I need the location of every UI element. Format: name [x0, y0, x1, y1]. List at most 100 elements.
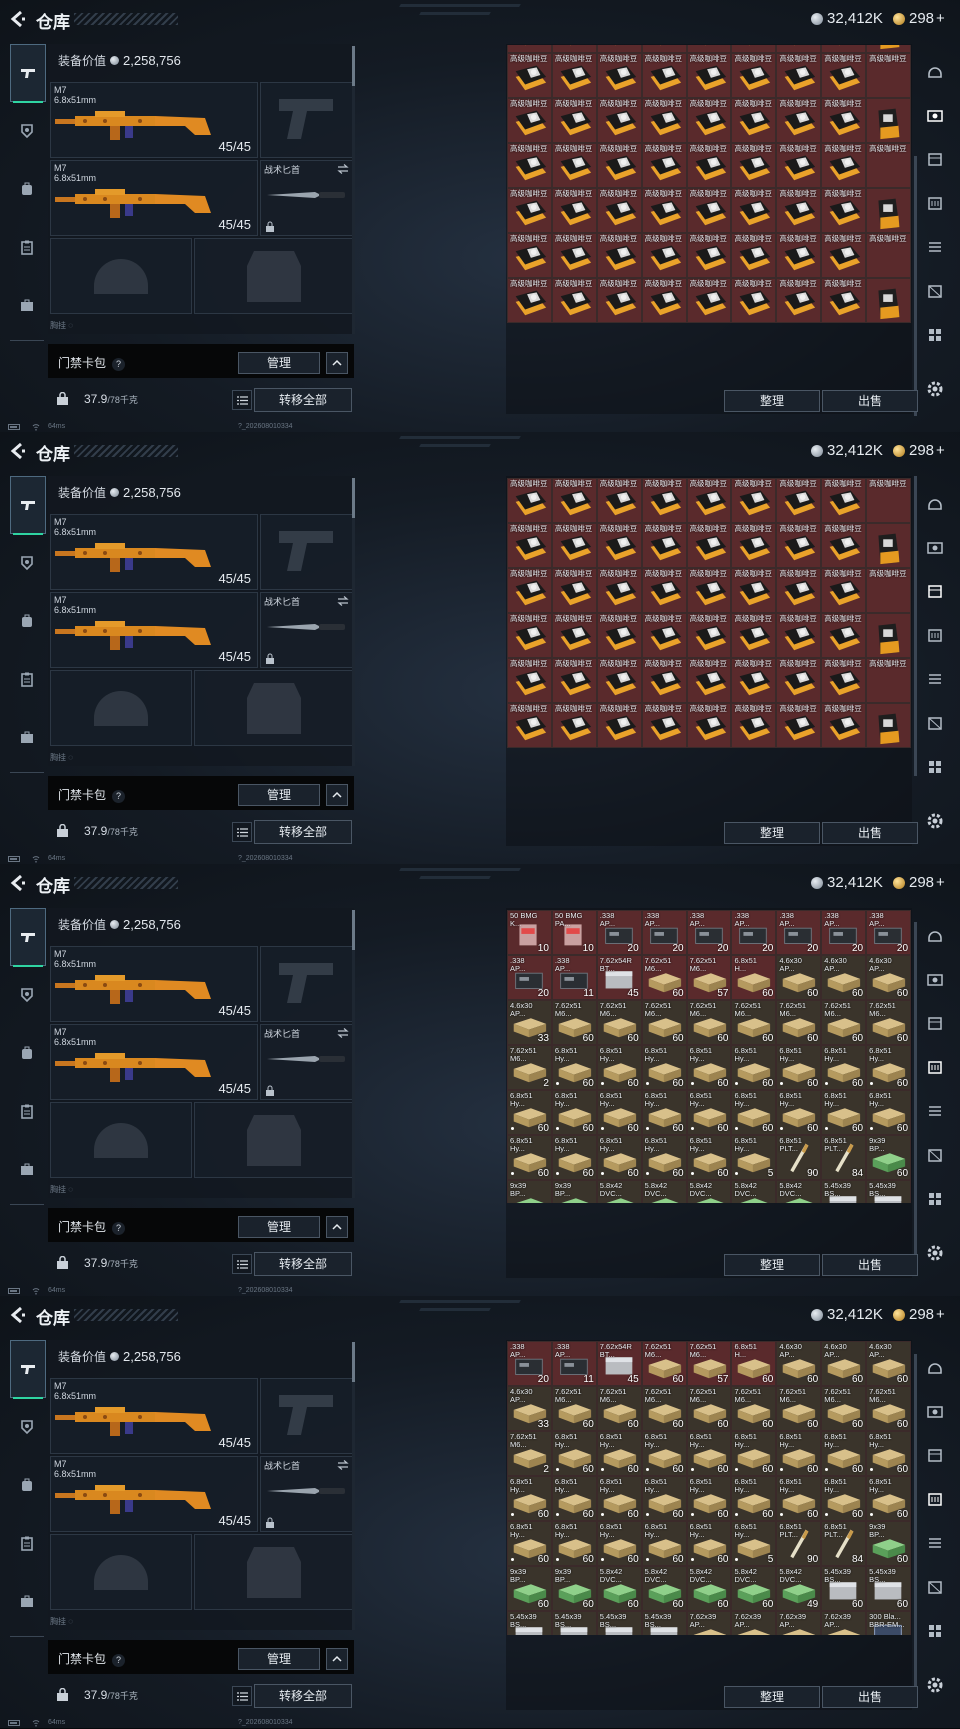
- inventory-item[interactable]: 高级咖啡豆: [776, 478, 822, 523]
- inventory-item[interactable]: 7.62x51 M6... 60: [866, 1386, 911, 1431]
- inventory-item[interactable]: 高级咖啡豆: [731, 233, 777, 278]
- inventory-item[interactable]: 50 BMG K... 10: [507, 910, 552, 955]
- swap-icon[interactable]: [337, 1028, 349, 1038]
- inventory-item[interactable]: 高级咖啡豆: [507, 143, 552, 188]
- inventory-item[interactable]: 高级咖啡豆: [641, 53, 687, 98]
- inventory-item[interactable]: 高级咖啡豆: [731, 523, 777, 568]
- nav-armor[interactable]: [10, 1410, 44, 1444]
- right-nav-item-1[interactable]: [924, 924, 946, 946]
- inventory-item[interactable]: 5.8x42 DVC...60: [731, 1566, 777, 1611]
- inventory-item[interactable]: 4.6x30 AP... 60: [866, 1341, 911, 1386]
- nav-briefcase[interactable]: [10, 1152, 44, 1186]
- inventory-item[interactable]: 高级咖啡豆: [551, 658, 597, 703]
- inventory-item[interactable]: 6.8x51 Hy... 60: [641, 1476, 687, 1521]
- inventory-item[interactable]: 高级咖啡豆: [686, 523, 732, 568]
- inventory-item[interactable]: 高级咖啡豆: [551, 703, 597, 748]
- inventory-item[interactable]: 6.8x51 Hy... 60: [641, 1431, 687, 1476]
- inventory-item[interactable]: 高级咖啡豆: [821, 98, 867, 143]
- back-arrow-icon[interactable]: [8, 1305, 28, 1325]
- inventory-item[interactable]: 6.8x51 Hy... 5: [731, 1135, 777, 1180]
- inventory-item[interactable]: 6.8x51 Hy... 60: [507, 1090, 552, 1135]
- inventory-item[interactable]: 高级咖啡豆: [641, 523, 687, 568]
- swap-icon[interactable]: [337, 1460, 349, 1470]
- inventory-item[interactable]: 5.8x42 DVC...60: [686, 1180, 732, 1203]
- inventory-item[interactable]: 6.8x51 Hy... 60: [776, 1090, 822, 1135]
- right-nav-item-6[interactable]: [924, 280, 946, 302]
- inventory-item[interactable]: 5.8x42 DVC...60: [686, 1566, 732, 1611]
- inventory-item[interactable]: 高级咖啡豆: [641, 98, 687, 143]
- right-nav-item-3[interactable]: [924, 1012, 946, 1034]
- inventory-item[interactable]: 6.8x51 Hy... 60: [731, 1431, 777, 1476]
- manage-button[interactable]: 管理: [238, 1648, 320, 1670]
- inventory-item[interactable]: 7.62x39 AP...60: [731, 1611, 777, 1635]
- inventory-item[interactable]: .338 AP... 20: [507, 1341, 552, 1386]
- inventory-item[interactable]: 7.62x51 M6... 60: [821, 1386, 867, 1431]
- helmet-slot[interactable]: [50, 238, 192, 314]
- right-nav-item-2[interactable]: [924, 536, 946, 558]
- inventory-item[interactable]: 高级咖啡豆: [551, 613, 597, 658]
- scrollbar-thumb[interactable]: [352, 46, 355, 86]
- transfer-all-button[interactable]: 转移全部: [254, 388, 352, 412]
- silver-currency[interactable]: 32,412K: [811, 442, 883, 459]
- inventory-item[interactable]: 6.8x51 Hy... 60: [551, 1431, 597, 1476]
- inventory-item[interactable]: 高级咖啡豆: [686, 143, 732, 188]
- secondary-weapon-slot[interactable]: M7 6.8x51mm 45/45: [50, 1456, 258, 1532]
- sidearm-slot[interactable]: [260, 82, 354, 158]
- right-nav-item-2[interactable]: [924, 1400, 946, 1422]
- inventory-item[interactable]: 高级咖啡豆: [866, 143, 911, 188]
- right-nav-item-4[interactable]: [924, 192, 946, 214]
- inventory-item[interactable]: 高级咖啡豆: [731, 143, 777, 188]
- inventory-item[interactable]: 高级咖啡豆: [686, 658, 732, 703]
- right-nav-item-7[interactable]: [924, 324, 946, 346]
- inventory-item[interactable]: 6.8x51 PLT... 90: [776, 1135, 822, 1180]
- inventory-item[interactable]: 高级咖啡豆: [776, 98, 822, 143]
- inventory-item[interactable]: 6.8x51 PLT... 84: [821, 1135, 867, 1180]
- inventory-item[interactable]: 高级咖啡豆: [776, 188, 822, 233]
- manage-button[interactable]: 管理: [238, 352, 320, 374]
- inventory-item[interactable]: 高级咖啡豆: [776, 278, 822, 323]
- scrollbar-thumb[interactable]: [352, 1342, 355, 1382]
- inventory-item[interactable]: 高级咖啡豆: [821, 143, 867, 188]
- inventory-item[interactable]: 6.8x51 H... 60: [731, 955, 777, 1000]
- inventory-item[interactable]: 300 Bla... BBR-EM...60: [866, 1611, 911, 1635]
- inventory-item[interactable]: [866, 98, 911, 143]
- inventory-item[interactable]: 5.8x42 DVC...49: [776, 1180, 822, 1203]
- inventory-item[interactable]: 高级咖啡豆: [551, 278, 597, 323]
- vest-slot[interactable]: [194, 238, 354, 314]
- inventory-item[interactable]: 6.8x51 Hy... 60: [641, 1045, 687, 1090]
- inventory-item[interactable]: 4.6x30 AP... 60: [866, 955, 911, 1000]
- collapse-button[interactable]: [326, 352, 348, 374]
- inventory-item[interactable]: 6.8x51 H... 60: [731, 1341, 777, 1386]
- gold-currency[interactable]: 298 +: [893, 442, 945, 459]
- inventory-item[interactable]: 6.8x51 Hy... 60: [641, 1135, 687, 1180]
- inventory-item[interactable]: 高级咖啡豆: [507, 53, 552, 98]
- inventory-item[interactable]: 6.8x51 Hy... 60: [596, 1135, 642, 1180]
- inventory-item[interactable]: 5.45x39 BS...60: [641, 1611, 687, 1635]
- inventory-item[interactable]: 7.62x39 AP...60: [821, 1611, 867, 1635]
- inventory-item[interactable]: 4.6x30 AP... 33: [507, 1000, 552, 1045]
- inventory-item[interactable]: 7.62x51 M6... 60: [776, 1000, 822, 1045]
- inventory-item[interactable]: [596, 45, 642, 53]
- help-icon[interactable]: ?: [112, 1654, 126, 1667]
- inventory-item[interactable]: 6.8x51 Hy... 60: [507, 1476, 552, 1521]
- inventory-item[interactable]: 高级咖啡豆: [551, 233, 597, 278]
- swap-icon[interactable]: [337, 596, 349, 606]
- collapse-button[interactable]: [326, 1648, 348, 1670]
- right-nav-item-1[interactable]: [924, 60, 946, 82]
- inventory-item[interactable]: 高级咖啡豆: [866, 478, 911, 523]
- warehouse-scrollbar[interactable]: [914, 922, 917, 1257]
- right-nav-item-6[interactable]: [924, 1144, 946, 1166]
- inventory-item[interactable]: 5.45x39 BS...60: [507, 1611, 552, 1635]
- inventory-item[interactable]: 高级咖啡豆: [686, 233, 732, 278]
- inventory-item[interactable]: 高级咖啡豆: [731, 53, 777, 98]
- right-nav-item-7[interactable]: [924, 1188, 946, 1210]
- right-nav-item-5[interactable]: [924, 236, 946, 258]
- secondary-weapon-slot[interactable]: M7 6.8x51mm 45/45: [50, 160, 258, 236]
- inventory-item[interactable]: 7.62x51 M6... 60: [686, 1000, 732, 1045]
- primary-weapon-slot[interactable]: M7 6.8x51mm 45/45: [50, 1378, 258, 1454]
- back-arrow-icon[interactable]: [8, 873, 28, 893]
- inventory-item[interactable]: 6.8x51 Hy... 60: [821, 1476, 867, 1521]
- inventory-item[interactable]: 5.8x42 DVC...49: [776, 1566, 822, 1611]
- right-nav-item-2[interactable]: [924, 104, 946, 126]
- inventory-item[interactable]: 7.62x51 M6... 60: [596, 1386, 642, 1431]
